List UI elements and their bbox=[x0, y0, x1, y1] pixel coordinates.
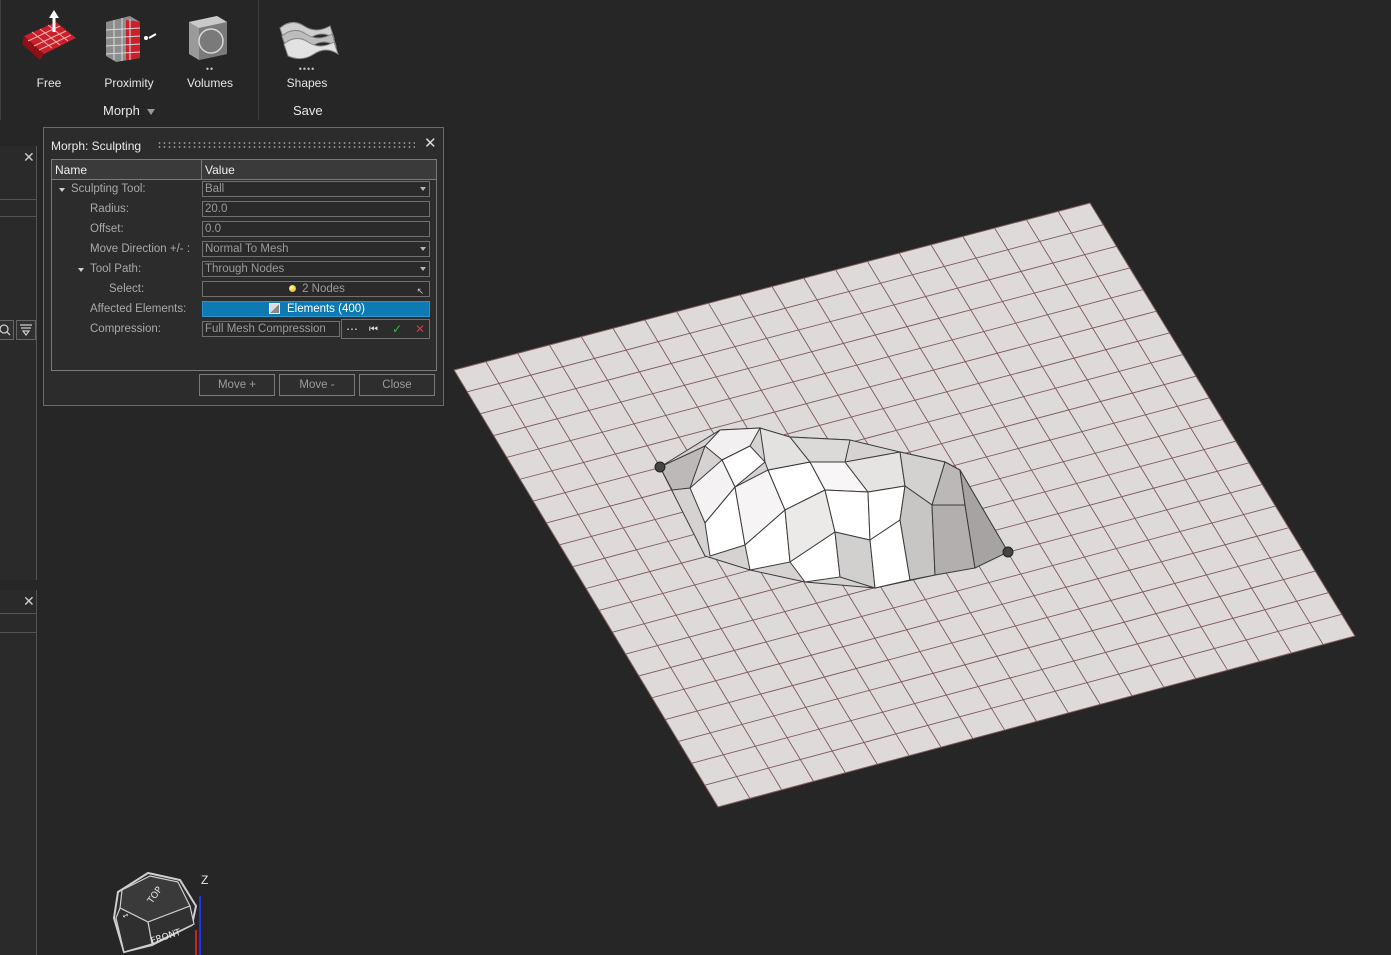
tool-path-node[interactable] bbox=[654, 461, 666, 473]
select-label: Select: bbox=[109, 283, 145, 295]
row-affected-elements: Affected Elements: Elements (400) bbox=[52, 300, 436, 320]
value-column-header: Value bbox=[205, 163, 235, 177]
morph-group-title[interactable]: Morph bbox=[103, 103, 155, 118]
proximity-button[interactable]: Proximity bbox=[93, 8, 165, 92]
filter-icon[interactable] bbox=[16, 320, 36, 340]
row-compression: Compression: Full Mesh Compression ⋯ ⏮ ✓… bbox=[52, 319, 436, 340]
left-browser-panel: ✕ bbox=[0, 146, 37, 580]
shapes-label: Shapes bbox=[286, 76, 328, 90]
move-direction-select[interactable]: Normal To Mesh bbox=[202, 241, 430, 257]
panel-divider bbox=[0, 216, 36, 217]
proximity-label: Proximity bbox=[104, 76, 154, 90]
free-button[interactable]: Free bbox=[13, 8, 85, 92]
close-button[interactable]: Close bbox=[359, 374, 435, 396]
sculpting-tool-value: Ball bbox=[205, 183, 225, 195]
affected-elements-label: Affected Elements: bbox=[90, 303, 187, 315]
collapse-triangle-icon[interactable] bbox=[59, 188, 65, 192]
offset-label: Offset: bbox=[90, 223, 124, 235]
sculpting-tool-select[interactable]: Ball bbox=[202, 181, 430, 197]
compression-label: Compression: bbox=[90, 323, 161, 335]
row-tool-path: Tool Path: Through Nodes bbox=[52, 260, 436, 280]
tool-path-value: Through Nodes bbox=[205, 263, 285, 275]
radius-label: Radius: bbox=[90, 203, 129, 215]
radius-input[interactable]: 20.0 bbox=[202, 201, 430, 217]
morph-sculpting-dialog: Morph: Sculpting ✕ Name Value Sculpting … bbox=[43, 127, 444, 406]
tool-path-node[interactable] bbox=[1002, 546, 1014, 558]
volumes-morph-icon bbox=[189, 16, 227, 60]
tool-path-label: Tool Path: bbox=[90, 263, 142, 275]
chevron-down-icon bbox=[420, 187, 426, 191]
compression-field[interactable]: Full Mesh Compression bbox=[202, 321, 340, 337]
elements-icon bbox=[269, 303, 280, 315]
view-cube[interactable]: TOP FRONT ↕ bbox=[112, 871, 198, 954]
sculpting-tool-label: Sculpting Tool: bbox=[71, 183, 146, 195]
left-properties-panel: ✕ bbox=[0, 590, 37, 955]
node-icon bbox=[289, 285, 297, 293]
row-sculpting-tool: Sculpting Tool: Ball bbox=[52, 180, 436, 200]
dialog-title: Morph: Sculpting bbox=[51, 139, 142, 153]
panel-divider bbox=[0, 199, 36, 200]
shapes-icon bbox=[279, 22, 339, 60]
move-direction-label: Move Direction +/- : bbox=[90, 243, 191, 255]
row-move-direction: Move Direction +/- : Normal To Mesh bbox=[52, 240, 436, 260]
z-axis-label: Z bbox=[201, 873, 209, 887]
panel-divider bbox=[0, 613, 36, 614]
more-icon[interactable]: ⋯ bbox=[346, 322, 358, 336]
name-column-header: Name bbox=[55, 163, 88, 177]
row-select: Select: 2 Nodes ↖ bbox=[52, 280, 436, 300]
close-icon[interactable]: ✕ bbox=[23, 150, 35, 164]
search-icon[interactable] bbox=[0, 320, 14, 340]
chevron-down-icon bbox=[420, 267, 426, 271]
grid-header: Name Value bbox=[52, 160, 436, 180]
select-nodes-field[interactable]: 2 Nodes ↖ bbox=[202, 281, 430, 297]
save-group-title: Save bbox=[293, 103, 323, 118]
ribbon-toolbar: Free Proximity •• Volumes Morph •••• Sha… bbox=[0, 0, 1391, 122]
move-plus-button[interactable]: Move + bbox=[199, 374, 275, 396]
chevron-down-icon bbox=[420, 247, 426, 251]
affected-elements-field[interactable]: Elements (400) bbox=[202, 301, 430, 317]
dialog-drag-handle[interactable] bbox=[157, 141, 415, 149]
tool-path-select[interactable]: Through Nodes bbox=[202, 261, 430, 277]
free-morph-icon bbox=[22, 10, 76, 60]
morph-group: Free Proximity •• Volumes Morph bbox=[0, 0, 258, 122]
cursor-icon: ↖ bbox=[416, 286, 424, 296]
offset-input[interactable]: 0.0 bbox=[202, 221, 430, 237]
property-grid: Name Value Sculpting Tool: Ball Radius: … bbox=[51, 159, 437, 371]
move-minus-button[interactable]: Move - bbox=[279, 374, 355, 396]
volumes-label: Volumes bbox=[186, 76, 234, 90]
panel-divider bbox=[0, 632, 36, 633]
more-options-dots: •• bbox=[205, 64, 215, 74]
proximity-morph-icon bbox=[105, 16, 157, 62]
save-group: •••• Shapes Save bbox=[259, 0, 359, 122]
move-direction-value: Normal To Mesh bbox=[205, 243, 289, 255]
reject-icon[interactable]: ✕ bbox=[415, 322, 425, 336]
accept-icon[interactable]: ✓ bbox=[392, 322, 402, 336]
row-offset: Offset: 0.0 bbox=[52, 220, 436, 240]
shapes-button[interactable]: •••• Shapes bbox=[271, 8, 343, 92]
compression-toolbar: ⋯ ⏮ ✓ ✕ bbox=[341, 319, 430, 339]
affected-elements-value: Elements (400) bbox=[287, 303, 365, 315]
collapse-triangle-icon[interactable] bbox=[78, 268, 84, 272]
select-value: 2 Nodes bbox=[302, 283, 345, 295]
reset-icon[interactable]: ⏮ bbox=[369, 323, 378, 337]
volumes-button[interactable]: •• Volumes bbox=[174, 8, 246, 92]
caret-down-icon bbox=[146, 108, 155, 115]
column-divider bbox=[201, 160, 202, 179]
close-icon[interactable]: ✕ bbox=[23, 594, 35, 608]
close-icon[interactable]: ✕ bbox=[424, 136, 437, 151]
more-options-dots: •••• bbox=[298, 64, 316, 74]
morph-title-text: Morph bbox=[103, 103, 140, 118]
row-radius: Radius: 20.0 bbox=[52, 200, 436, 220]
free-label: Free bbox=[36, 76, 62, 90]
